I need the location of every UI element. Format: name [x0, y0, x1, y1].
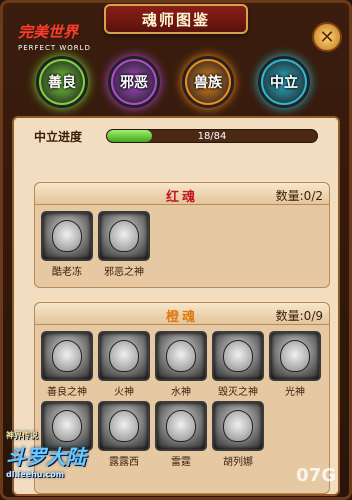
portrait-image [155, 331, 207, 381]
card-name: 邪恶之神 [104, 267, 144, 278]
portrait-image [41, 331, 93, 381]
card-name: 光神 [285, 387, 305, 398]
close-button[interactable]: ✕ [312, 22, 342, 52]
soul-card[interactable]: 胡列娜 [212, 401, 264, 468]
category-label: 中立 [263, 61, 305, 103]
face-icon [223, 410, 253, 442]
face-icon [166, 410, 196, 442]
site-watermark: 07G [296, 465, 336, 486]
portrait-image [269, 331, 321, 381]
section-red-souls: 红魂 数量:0/2 酷老冻 邪恶之神 [34, 182, 330, 288]
progress-bar: 18/84 [106, 129, 318, 143]
category-label: 兽族 [187, 61, 229, 103]
category-tab-1[interactable]: 邪恶 [108, 56, 160, 108]
portrait-image [212, 401, 264, 451]
face-icon [166, 340, 196, 372]
card-name: 雷霆 [171, 457, 191, 468]
soul-card[interactable]: 雷霆 [155, 401, 207, 468]
card-name: 水神 [171, 387, 191, 398]
soul-card[interactable]: 火神 [98, 331, 150, 398]
face-icon [280, 340, 310, 372]
card-name: 善良之神 [47, 387, 87, 398]
face-icon [52, 340, 82, 372]
progress-label: 中立进度 [34, 130, 83, 144]
category-label: 邪恶 [113, 61, 155, 103]
face-icon [223, 340, 253, 372]
category-tab-2[interactable]: 兽族 [182, 56, 234, 108]
category-label: 善良 [41, 61, 83, 103]
soul-card[interactable]: 善良之神 [41, 331, 93, 398]
section-count: 数量:0/2 [275, 189, 323, 203]
face-icon [52, 220, 82, 252]
close-icon: ✕ [319, 26, 335, 48]
category-tab-3[interactable]: 中立 [258, 56, 310, 108]
soul-card[interactable]: 毁灭之神 [212, 331, 264, 398]
card-name: 毁灭之神 [218, 387, 258, 398]
soul-card[interactable]: 酷老冻 [41, 211, 93, 278]
face-icon [109, 220, 139, 252]
portrait-image [98, 331, 150, 381]
card-name: 火神 [114, 387, 134, 398]
page-title: 魂师图鉴 [104, 4, 248, 34]
category-tab-0[interactable]: 善良 [36, 56, 88, 108]
portrait-image [98, 211, 150, 261]
game-logo-watermark: 神界传说 斗罗大陆 dl.leehu.com [6, 431, 86, 479]
section-header: 红魂 数量:0/2 [35, 183, 329, 205]
progress-row: 中立进度 18/84 [34, 126, 324, 146]
portrait-image [212, 331, 264, 381]
soul-card[interactable]: 邪恶之神 [98, 211, 150, 278]
brand-logo: 完美世界 PERFECT WORLD [18, 23, 91, 52]
soul-card[interactable]: 水神 [155, 331, 207, 398]
portrait-image [155, 401, 207, 451]
soul-card[interactable]: 光神 [269, 331, 321, 398]
portrait-image [41, 211, 93, 261]
card-name: 胡列娜 [223, 457, 253, 468]
card-name: 酷老冻 [52, 267, 82, 278]
progress-text: 18/84 [197, 131, 227, 142]
face-icon [109, 340, 139, 372]
section-header: 橙魂 数量:0/9 [35, 303, 329, 325]
section-count: 数量:0/9 [275, 309, 323, 323]
